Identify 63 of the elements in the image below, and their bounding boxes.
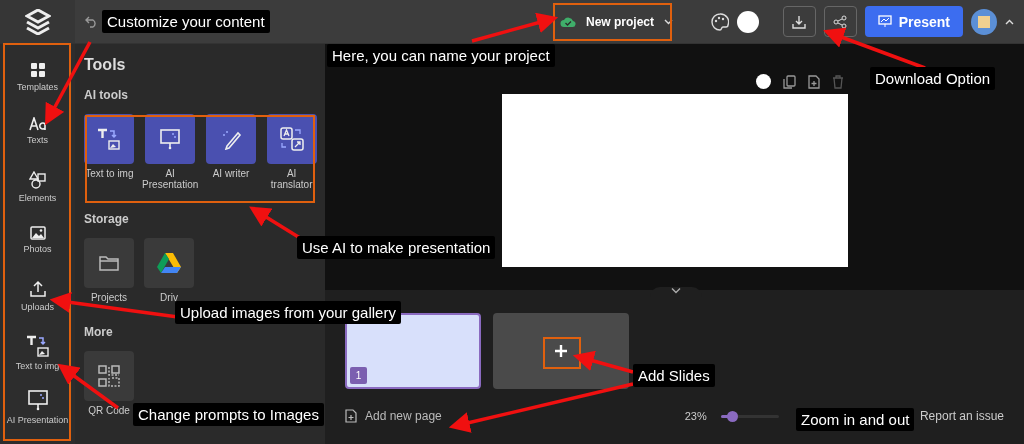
- presentation-board-icon: [159, 128, 182, 150]
- presentation-board-icon: [26, 389, 49, 412]
- upload-icon: [28, 280, 47, 299]
- plus-icon: [554, 344, 568, 358]
- text-to-image-icon: [97, 128, 122, 150]
- text-to-image-icon: [25, 334, 50, 357]
- callout-label: Use AI to make presentation: [297, 236, 496, 259]
- sidebar-item[interactable]: Photos: [2, 225, 73, 281]
- zoom-reading: 23%: [684, 410, 707, 422]
- sidebar-item[interactable]: Templates: [2, 62, 73, 117]
- arrow: [249, 206, 301, 240]
- download-button[interactable]: [782, 6, 816, 37]
- callout-label: Add Slides: [633, 364, 715, 387]
- sidebar-item[interactable]: AI Presentation: [2, 389, 73, 444]
- sidebar-item[interactable]: Texts: [2, 116, 73, 172]
- callout-label: Download Option: [870, 67, 996, 90]
- add-page-button[interactable]: Add new page: [345, 409, 442, 423]
- download-icon: [792, 14, 807, 29]
- palette-icon[interactable]: [710, 12, 729, 31]
- share-button[interactable]: [823, 6, 857, 37]
- sidebar-item[interactable]: Text to img: [2, 334, 73, 390]
- present-button[interactable]: Present: [864, 6, 963, 37]
- section-heading: More: [84, 325, 113, 339]
- report-link[interactable]: Report an issue: [919, 409, 1004, 423]
- grid-icon: [29, 62, 46, 78]
- qr-code-icon: [98, 365, 120, 387]
- image-icon: [29, 225, 46, 240]
- font-icon: [28, 116, 47, 131]
- callout-label: Customize your content: [102, 10, 270, 33]
- chart-board-icon: [877, 15, 892, 28]
- copy-icon[interactable]: [783, 74, 796, 89]
- panel-title: Tools: [84, 56, 126, 74]
- section-heading: AI tools: [84, 88, 128, 102]
- chevron-up-icon[interactable]: [1005, 18, 1014, 25]
- triangle-logo-icon: [156, 252, 182, 274]
- undo-icon[interactable]: [85, 15, 98, 28]
- color-swatch[interactable]: [756, 74, 771, 89]
- translate-icon: [279, 127, 304, 151]
- callout-label: Zoom in and out: [796, 408, 915, 431]
- folder-icon: [99, 255, 119, 271]
- logo-icon[interactable]: [24, 8, 51, 35]
- chevron-down-icon: [664, 18, 673, 25]
- highlight-frame: [543, 337, 581, 369]
- page-number: 1: [350, 367, 367, 384]
- sidebar-item[interactable]: Uploads: [2, 280, 73, 335]
- sidebar-item[interactable]: Elements: [2, 171, 73, 226]
- avatar[interactable]: [971, 8, 997, 35]
- pen-sparkle-icon: [220, 128, 242, 150]
- section-heading: Storage: [84, 212, 129, 226]
- add-page-icon[interactable]: [808, 74, 820, 89]
- color-swatch[interactable]: [736, 10, 759, 33]
- callout-label: Upload images from your gallery: [175, 301, 401, 324]
- add-page-icon: [345, 409, 357, 423]
- add-slide-button[interactable]: [493, 313, 629, 389]
- callout-label: Here, you can name your project: [327, 44, 555, 67]
- share-icon: [833, 14, 848, 29]
- arrow: [572, 350, 634, 374]
- chevron-down-icon: [671, 287, 681, 294]
- cloud-check-icon: [560, 15, 576, 28]
- project-name-dropdown[interactable]: New project: [550, 6, 683, 37]
- shapes-icon: [28, 171, 47, 190]
- trash-icon[interactable]: [832, 74, 844, 89]
- callout-label: Change prompts to Images: [133, 403, 324, 426]
